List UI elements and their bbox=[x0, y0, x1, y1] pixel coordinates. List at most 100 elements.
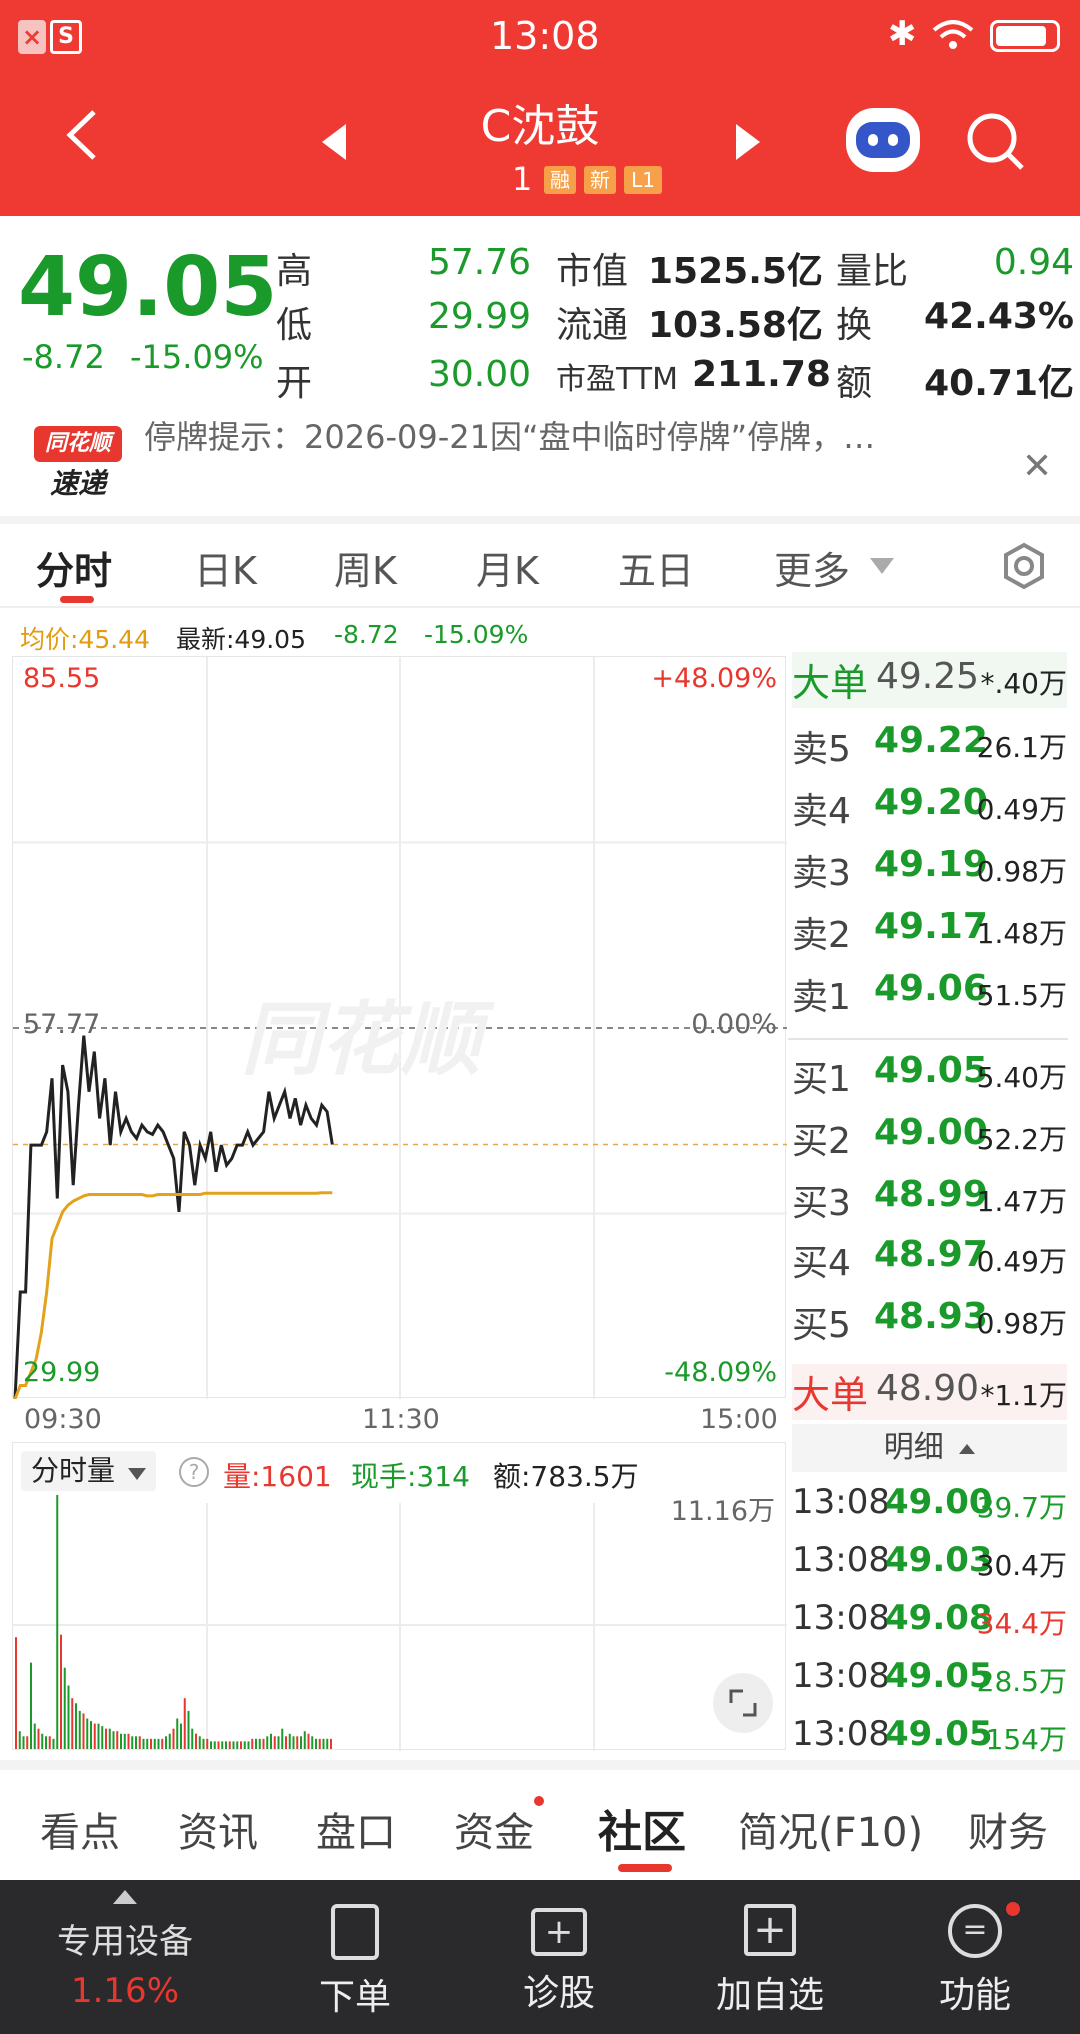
tab-intraday[interactable]: 分时 bbox=[36, 540, 112, 595]
tab-five-day[interactable]: 五日 bbox=[618, 540, 694, 595]
chevron-down-icon[interactable] bbox=[870, 558, 894, 574]
ask-row-5[interactable]: 卖5 49.22 26.1万 bbox=[792, 716, 1067, 772]
volume-bar bbox=[108, 1728, 111, 1749]
pct-top-label: +48.09% bbox=[651, 663, 777, 694]
add-square-icon: + bbox=[744, 1904, 796, 1956]
ask-label: 卖1 bbox=[792, 977, 851, 1018]
tab-weekly-k[interactable]: 周K bbox=[334, 540, 397, 595]
volume-bar bbox=[101, 1726, 104, 1749]
nav-add-watchlist[interactable]: + 加自选 bbox=[700, 1880, 840, 2034]
bid-row-5[interactable]: 买5 48.93 0.98万 bbox=[792, 1292, 1067, 1348]
next-stock-icon[interactable] bbox=[736, 124, 760, 160]
volume-bar bbox=[146, 1738, 149, 1749]
volume-bar bbox=[236, 1741, 239, 1749]
status-time: 13:08 bbox=[490, 14, 600, 58]
volume-hand: 现手:314 bbox=[351, 1460, 470, 1493]
close-badge-icon[interactable]: × bbox=[18, 20, 46, 54]
tab-daily-k[interactable]: 日K bbox=[194, 540, 257, 595]
volume-bar bbox=[262, 1738, 265, 1749]
bid-label: 买2 bbox=[792, 1121, 851, 1162]
bid-label: 买3 bbox=[792, 1183, 851, 1224]
turnover-value: 42.43% bbox=[924, 296, 1074, 337]
robot-assistant-icon[interactable] bbox=[846, 108, 920, 172]
bid-row-1[interactable]: 买1 49.05 5.40万 bbox=[792, 1046, 1067, 1102]
tab-monthly-k[interactable]: 月K bbox=[476, 540, 539, 595]
tab-community[interactable]: 社区 bbox=[598, 1796, 686, 1860]
s-badge-icon[interactable]: S bbox=[50, 20, 82, 54]
volume-bar bbox=[285, 1736, 287, 1749]
volume-bar bbox=[120, 1733, 122, 1749]
volume-bar bbox=[183, 1698, 186, 1749]
volume-bar bbox=[195, 1733, 197, 1749]
functions-badge-dot bbox=[1006, 1902, 1020, 1916]
bid-row-2[interactable]: 买2 49.00 52.2万 bbox=[792, 1108, 1067, 1164]
big-buy-order[interactable]: 大单 48.90 *1.1万 bbox=[792, 1364, 1067, 1420]
sector-pct: 1.16% bbox=[70, 1971, 179, 2011]
prev-stock-icon[interactable] bbox=[322, 124, 346, 160]
battery-icon bbox=[990, 20, 1060, 52]
big-buy-label: 大单 bbox=[792, 1373, 869, 1417]
tabs-divider bbox=[0, 606, 1080, 608]
volume-bar bbox=[105, 1728, 107, 1749]
bid-label: 买1 bbox=[792, 1059, 851, 1100]
tab-news[interactable]: 资讯 bbox=[178, 1800, 258, 1858]
high-value: 57.76 bbox=[428, 242, 532, 283]
ask-row-4[interactable]: 卖4 49.20 0.49万 bbox=[792, 778, 1067, 834]
intraday-chart[interactable]: 同花顺 85.55 57.77 29.99 +48.09% 0.00% -48.… bbox=[12, 656, 787, 1399]
back-icon[interactable] bbox=[64, 110, 104, 160]
turnover-label: 换 bbox=[836, 305, 873, 346]
ask-label: 卖2 bbox=[792, 915, 851, 956]
open-label: 开 bbox=[276, 363, 313, 404]
expand-chart-icon[interactable] bbox=[713, 1673, 773, 1733]
info-change: -8.72 bbox=[334, 620, 399, 649]
bid-row-3[interactable]: 买3 48.99 1.47万 bbox=[792, 1170, 1067, 1226]
suspension-notice[interactable]: 停牌提示：2026-09-21因“盘中临时停牌”停牌，… bbox=[144, 412, 1004, 458]
express-logo[interactable]: 同花顺 速递 bbox=[34, 426, 122, 504]
ask-row-2[interactable]: 卖2 49.17 1.48万 bbox=[792, 902, 1067, 958]
nav-order[interactable]: 下单 bbox=[300, 1880, 410, 2034]
volume-bar bbox=[315, 1738, 317, 1749]
big-sell-price: 49.25 bbox=[876, 656, 980, 697]
ask-row-3[interactable]: 卖3 49.19 0.98万 bbox=[792, 840, 1067, 896]
tab-finance[interactable]: 财务 bbox=[968, 1800, 1048, 1858]
sector-button[interactable]: 专用设备 1.16% bbox=[30, 1886, 220, 2026]
bid-price: 49.00 bbox=[874, 1112, 988, 1153]
nav-functions-label: 功能 bbox=[938, 1975, 1011, 2016]
tab-highlights[interactable]: 看点 bbox=[40, 1800, 120, 1858]
trade-row: 13:08 49.08 34.4万 bbox=[792, 1594, 1067, 1650]
tab-more[interactable]: 更多 bbox=[774, 540, 850, 595]
big-sell-order[interactable]: 大单 49.25 *.40万 bbox=[792, 652, 1067, 708]
caret-up-icon bbox=[959, 1443, 976, 1454]
volume-bar bbox=[41, 1733, 44, 1749]
ask-price: 49.06 bbox=[874, 968, 988, 1009]
volume-bar bbox=[232, 1741, 235, 1749]
help-icon[interactable]: ? bbox=[179, 1457, 209, 1487]
low-label: 低 bbox=[276, 305, 313, 346]
volume-bar bbox=[228, 1741, 231, 1749]
bid-row-4[interactable]: 买4 48.97 0.49万 bbox=[792, 1230, 1067, 1286]
market-cap-label: 市值 bbox=[556, 251, 629, 292]
trade-time: 13:08 bbox=[792, 1656, 890, 1696]
ask-price: 49.17 bbox=[874, 906, 988, 947]
ask-row-1[interactable]: 卖1 49.06 51.5万 bbox=[792, 964, 1067, 1020]
volume-chart[interactable]: 分时量 ? 量:1601 现手:314 额:783.5万 11.16万 bbox=[12, 1442, 787, 1751]
page-title: C沈鼓 bbox=[480, 101, 600, 152]
menu-circle-icon: = bbox=[948, 1904, 1002, 1958]
volume-selector[interactable]: 分时量 bbox=[21, 1451, 156, 1491]
express-logo-bottom: 速递 bbox=[49, 467, 106, 500]
volume-bar bbox=[303, 1731, 306, 1749]
close-notice-icon[interactable]: ✕ bbox=[1022, 446, 1052, 487]
tab-f10[interactable]: 简况(F10) bbox=[738, 1800, 923, 1858]
chart-settings-icon[interactable] bbox=[1000, 542, 1048, 590]
tab-capital[interactable]: 资金 bbox=[454, 1800, 534, 1858]
amount-value: 40.71亿 bbox=[924, 363, 1074, 404]
volume-bar bbox=[93, 1723, 96, 1749]
search-icon[interactable] bbox=[964, 110, 1028, 174]
volume-bar bbox=[330, 1738, 332, 1749]
volume-bar bbox=[37, 1728, 40, 1749]
detail-header[interactable]: 明细 bbox=[792, 1424, 1067, 1472]
volume-bar bbox=[221, 1741, 224, 1749]
nav-diagnose[interactable]: + 诊股 bbox=[504, 1880, 614, 2034]
tab-orderbook[interactable]: 盘口 bbox=[316, 1800, 396, 1858]
trade-vol: 154万 bbox=[985, 1723, 1067, 1756]
